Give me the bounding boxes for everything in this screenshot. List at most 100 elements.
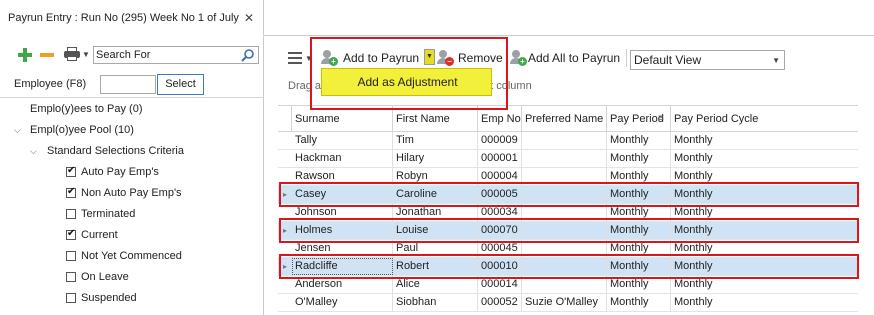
- table-row[interactable]: Jensen Paul 000045 Monthly Monthly: [278, 240, 858, 258]
- cell-surname[interactable]: Tally: [292, 132, 393, 149]
- table-row[interactable]: ▸ Casey Caroline 000005 Monthly Monthly: [278, 186, 858, 204]
- row-indicator[interactable]: [278, 294, 292, 311]
- cell-preferred-name[interactable]: [522, 240, 607, 257]
- cell-surname[interactable]: Casey: [292, 186, 393, 203]
- cell-pay-period[interactable]: Monthly: [607, 240, 671, 257]
- select-button[interactable]: Select: [157, 74, 204, 95]
- employee-field[interactable]: [100, 75, 156, 94]
- cell-surname[interactable]: O'Malley: [292, 294, 393, 311]
- cell-first-name[interactable]: Jonathan: [393, 204, 478, 221]
- cell-preferred-name[interactable]: [522, 186, 607, 203]
- cell-preferred-name[interactable]: [522, 168, 607, 185]
- printer-icon[interactable]: [64, 47, 80, 61]
- cell-pay-period-cycle[interactable]: Monthly: [671, 204, 858, 221]
- checkbox[interactable]: [66, 209, 76, 219]
- row-indicator[interactable]: [278, 240, 292, 257]
- checkbox[interactable]: [66, 164, 76, 178]
- cell-pay-period[interactable]: Monthly: [607, 132, 671, 149]
- chevron-down-icon[interactable]: ▼: [424, 49, 435, 65]
- row-indicator[interactable]: [278, 132, 292, 149]
- table-row[interactable]: ▸ Radcliffe Robert 000010 Monthly Monthly: [278, 258, 858, 276]
- table-row[interactable]: Johnson Jonathan 000034 Monthly Monthly: [278, 204, 858, 222]
- table-row[interactable]: Hackman Hilary 000001 Monthly Monthly: [278, 150, 858, 168]
- add-all-to-payrun-button[interactable]: + Add All to Payrun: [510, 47, 624, 69]
- row-indicator[interactable]: [278, 204, 292, 221]
- row-indicator[interactable]: [278, 150, 292, 167]
- cell-pay-period[interactable]: Monthly: [607, 204, 671, 221]
- cell-emp-no[interactable]: 000004: [478, 168, 522, 185]
- checkbox[interactable]: [66, 185, 76, 199]
- checkbox[interactable]: [66, 227, 76, 241]
- row-indicator[interactable]: ▸: [278, 186, 292, 203]
- column-header-emp-no[interactable]: Emp No: [478, 106, 522, 132]
- checkbox[interactable]: [66, 251, 76, 261]
- cell-pay-period-cycle[interactable]: Monthly: [671, 294, 858, 311]
- cell-pay-period-cycle[interactable]: Monthly: [671, 240, 858, 257]
- cell-pay-period[interactable]: Monthly: [607, 276, 671, 293]
- row-indicator[interactable]: ▸: [278, 258, 292, 275]
- cell-pay-period-cycle[interactable]: Monthly: [671, 132, 858, 149]
- cell-pay-period[interactable]: Monthly: [607, 258, 671, 275]
- cell-pay-period[interactable]: Monthly: [607, 294, 671, 311]
- cell-pay-period-cycle[interactable]: Monthly: [671, 150, 858, 167]
- minus-icon[interactable]: [40, 53, 54, 57]
- tree-item-employees-to-pay[interactable]: Emplo(y)ees to Pay (0): [30, 99, 142, 120]
- cell-preferred-name[interactable]: [522, 258, 607, 275]
- cell-emp-no[interactable]: 000034: [478, 204, 522, 221]
- chevron-down-icon[interactable]: ▼: [82, 50, 90, 59]
- cell-first-name[interactable]: Robyn: [393, 168, 478, 185]
- table-row[interactable]: Tally Tim 000009 Monthly Monthly: [278, 132, 858, 150]
- cell-emp-no[interactable]: 000052: [478, 294, 522, 311]
- column-header-pay-period[interactable]: Pay Period ≡: [607, 106, 671, 132]
- cell-surname[interactable]: Rawson: [292, 168, 393, 185]
- add-as-adjustment-item[interactable]: Add as Adjustment: [322, 69, 493, 97]
- cell-surname[interactable]: Jensen: [292, 240, 393, 257]
- column-header-surname[interactable]: Surname: [292, 106, 393, 132]
- cell-surname[interactable]: Holmes: [292, 222, 393, 239]
- chevron-down-icon[interactable]: ▼: [305, 54, 313, 63]
- cell-preferred-name[interactable]: [522, 132, 607, 149]
- column-header-first-name[interactable]: First Name: [393, 106, 478, 132]
- cell-emp-no[interactable]: 000005: [478, 186, 522, 203]
- cell-first-name[interactable]: Louise: [393, 222, 478, 239]
- table-row[interactable]: O'Malley Siobhan 000052 Suzie O'Malley Month…: [278, 294, 858, 312]
- cell-preferred-name[interactable]: Suzie O'Malley: [522, 294, 607, 311]
- cell-pay-period[interactable]: Monthly: [607, 150, 671, 167]
- cell-pay-period-cycle[interactable]: Monthly: [671, 168, 858, 185]
- add-to-payrun-button[interactable]: + Add to Payrun ▼: [321, 47, 435, 69]
- table-row[interactable]: Anderson Alice 000014 Monthly Monthly: [278, 276, 858, 294]
- cell-emp-no[interactable]: 000010: [478, 258, 522, 275]
- table-row[interactable]: ▸ Holmes Louise 000070 Monthly Monthly: [278, 222, 858, 240]
- cell-emp-no[interactable]: 000045: [478, 240, 522, 257]
- cell-surname[interactable]: Hackman: [292, 150, 393, 167]
- cell-pay-period-cycle[interactable]: Monthly: [671, 258, 858, 275]
- row-indicator[interactable]: [278, 276, 292, 293]
- cell-emp-no[interactable]: 000001: [478, 150, 522, 167]
- view-select[interactable]: Default View ▼: [630, 50, 785, 70]
- cell-first-name[interactable]: Paul: [393, 240, 478, 257]
- row-indicator[interactable]: ▸: [278, 222, 292, 239]
- plus-icon[interactable]: [18, 48, 32, 62]
- checkbox[interactable]: [66, 272, 76, 282]
- close-icon[interactable]: ✕: [244, 11, 254, 25]
- cell-emp-no[interactable]: 000070: [478, 222, 522, 239]
- cell-pay-period-cycle[interactable]: Monthly: [671, 276, 858, 293]
- remove-button[interactable]: − Remove: [437, 47, 503, 69]
- cell-surname[interactable]: Radcliffe: [292, 258, 393, 275]
- cell-preferred-name[interactable]: [522, 204, 607, 221]
- sort-icon[interactable]: ≡: [658, 106, 664, 132]
- checkbox[interactable]: [66, 293, 76, 303]
- cell-first-name[interactable]: Hilary: [393, 150, 478, 167]
- chevron-down-icon[interactable]: ⌵: [30, 141, 37, 162]
- cell-pay-period-cycle[interactable]: Monthly: [671, 222, 858, 239]
- chevron-down-icon[interactable]: ▼: [772, 52, 780, 70]
- cell-surname[interactable]: Johnson: [292, 204, 393, 221]
- tab-payrun-entry[interactable]: Payrun Entry : Run No (295) Week No 1 of…: [0, 0, 264, 36]
- cell-pay-period[interactable]: Monthly: [607, 168, 671, 185]
- row-indicator[interactable]: [278, 168, 292, 185]
- hamburger-icon[interactable]: [288, 52, 302, 64]
- cell-preferred-name[interactable]: [522, 222, 607, 239]
- cell-emp-no[interactable]: 000009: [478, 132, 522, 149]
- column-header-preferred-name[interactable]: Preferred Name: [522, 106, 607, 132]
- search-input[interactable]: [96, 48, 236, 62]
